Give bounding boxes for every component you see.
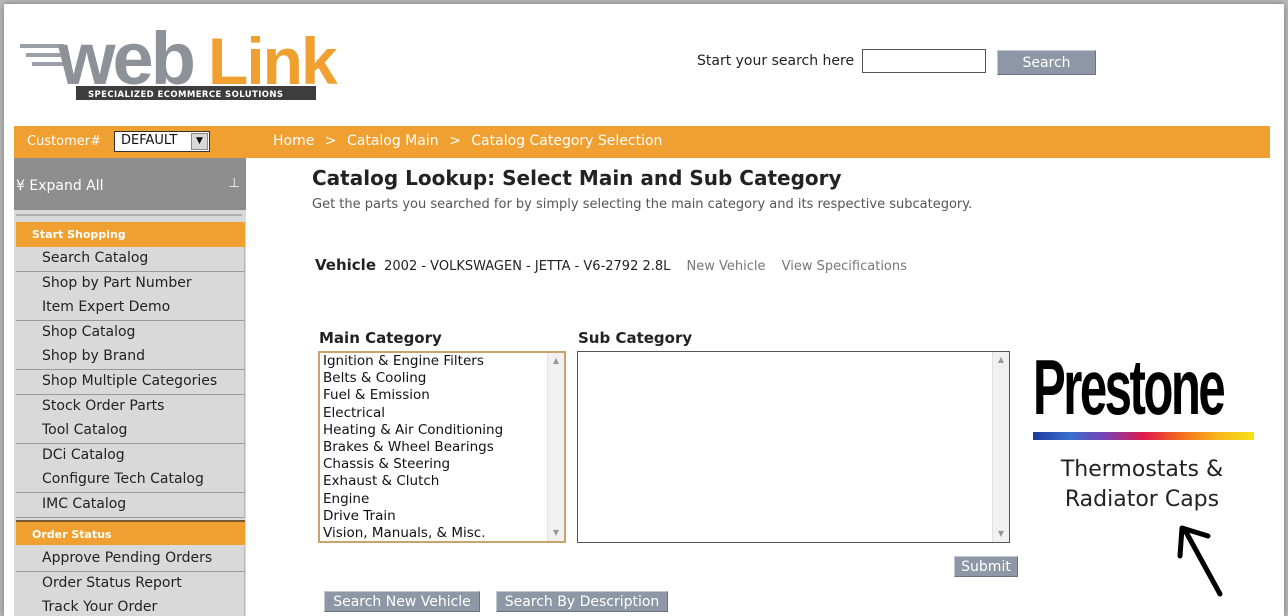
sidebar-item-shop-by-part-number[interactable]: Shop by Part Number <box>16 272 245 297</box>
main-category-option[interactable]: Vision, Manuals, & Misc. <box>320 525 564 541</box>
sidebar: ¥ Expand All ⊥ Start Shopping Search Cat… <box>14 158 246 616</box>
prestone-ad-logo[interactable]: Prestone <box>1031 348 1259 468</box>
search-input[interactable] <box>862 49 986 73</box>
page-subtitle: Get the parts you searched for by simply… <box>312 197 973 212</box>
prestone-color-stripe <box>1033 432 1254 440</box>
page-title: Catalog Lookup: Select Main and Sub Cate… <box>312 166 842 190</box>
main-category-option[interactable]: Exhaust & Clutch <box>320 473 564 490</box>
customer-select[interactable]: DEFAULT ▼ <box>114 131 210 152</box>
section-start-shopping[interactable]: Start Shopping <box>16 222 245 247</box>
vehicle-value: 2002 - VOLKSWAGEN - JETTA - V6-2792 2.8L <box>384 259 671 274</box>
scroll-up-icon[interactable]: ▲ <box>993 352 1009 368</box>
expand-all-label: Expand All <box>29 178 104 194</box>
main-category-option[interactable]: Drive Train <box>320 508 564 525</box>
breadcrumb-separator: > <box>324 133 337 149</box>
main-category-option[interactable]: Chassis & Steering <box>320 456 564 473</box>
main-category-option[interactable]: Ignition & Engine Filters <box>320 353 564 370</box>
scroll-down-icon[interactable]: ▼ <box>993 526 1009 542</box>
section-order-status[interactable]: Order Status <box>16 520 245 545</box>
customer-select-value: DEFAULT <box>121 133 178 148</box>
breadcrumb-separator: > <box>449 133 461 149</box>
sub-category-heading: Sub Category <box>578 329 693 347</box>
sidebar-item-shop-catalog[interactable]: Shop Catalog <box>16 321 245 346</box>
logo-tagline: SPECIALIZED ECOMMERCE SOLUTIONS <box>88 90 283 100</box>
sidebar-divider <box>16 214 242 218</box>
search-new-vehicle-button[interactable]: Search New Vehicle <box>324 591 480 612</box>
vehicle-label: Vehicle <box>315 256 376 274</box>
search-button[interactable]: Search <box>997 50 1096 75</box>
breadcrumb-home[interactable]: Home <box>273 133 314 149</box>
double-chevron-down-icon: ¥ <box>16 178 25 194</box>
sub-category-scrollbar[interactable]: ▲ ▼ <box>992 352 1009 542</box>
breadcrumb: Home > Catalog Main > Catalog Category S… <box>273 133 668 149</box>
sidebar-item-search-catalog[interactable]: Search Catalog <box>16 247 245 272</box>
sidebar-item-approve-pending-orders[interactable]: Approve Pending Orders <box>16 547 245 572</box>
app-window: web Link SPECIALIZED ECOMMERCE SOLUTIONS… <box>4 4 1284 616</box>
scroll-down-icon[interactable]: ▼ <box>548 525 564 541</box>
sidebar-item-order-status-report[interactable]: Order Status Report <box>16 572 245 597</box>
main-category-option[interactable]: Engine <box>320 491 564 508</box>
main-category-option[interactable]: Heating & Air Conditioning <box>320 422 564 439</box>
breadcrumb-current: Catalog Category Selection <box>471 133 663 149</box>
sidebar-item-track-your-order[interactable]: Track Your Order <box>16 596 245 616</box>
main-category-listbox[interactable]: Ignition & Engine Filters Belts & Coolin… <box>318 351 566 543</box>
sidebar-item-imc-catalog[interactable]: IMC Catalog <box>16 493 245 518</box>
prestone-wordmark: Prestone <box>1033 343 1226 431</box>
main-category-scrollbar[interactable]: ▲ ▼ <box>547 353 564 541</box>
main-category-heading: Main Category <box>319 329 442 347</box>
submit-button[interactable]: Submit <box>954 556 1018 577</box>
main-category-option[interactable]: Fuel & Emission <box>320 387 564 404</box>
pointer-arrow-icon <box>1177 525 1223 597</box>
sidebar-item-tool-catalog[interactable]: Tool Catalog <box>16 419 245 444</box>
header: web Link SPECIALIZED ECOMMERCE SOLUTIONS… <box>4 4 1284 126</box>
sidebar-item-stock-order-parts[interactable]: Stock Order Parts <box>16 395 245 420</box>
ad-caption-line-2: Radiator Caps <box>1064 487 1220 512</box>
ad-caption[interactable]: Thermostats & Radiator Caps <box>1034 455 1250 515</box>
main-category-option[interactable]: Belts & Cooling <box>320 370 564 387</box>
sidebar-item-shop-multiple-categories[interactable]: Shop Multiple Categories <box>16 370 245 395</box>
sub-category-listbox[interactable]: ▲ ▼ <box>577 351 1010 543</box>
search-label: Start your search here <box>697 53 855 69</box>
main-category-option[interactable]: Electrical <box>320 405 564 422</box>
weblink-logo: web Link SPECIALIZED ECOMMERCE SOLUTIONS <box>20 22 340 100</box>
sidebar-item-configure-tech-catalog[interactable]: Configure Tech Catalog <box>16 468 245 493</box>
view-specifications-link[interactable]: View Specifications <box>782 259 907 274</box>
vehicle-info: Vehicle 2002 - VOLKSWAGEN - JETTA - V6-2… <box>315 256 907 274</box>
new-vehicle-link[interactable]: New Vehicle <box>687 259 766 274</box>
sidebar-item-dci-catalog[interactable]: DCi Catalog <box>16 444 245 469</box>
expand-all-button[interactable]: ¥ Expand All ⊥ <box>14 158 246 210</box>
sidebar-item-item-expert-demo[interactable]: Item Expert Demo <box>16 296 245 321</box>
breadcrumb-catalog-main[interactable]: Catalog Main <box>347 133 439 149</box>
scroll-up-icon[interactable]: ▲ <box>548 353 564 369</box>
search-by-description-button[interactable]: Search By Description <box>496 591 668 612</box>
main-category-option[interactable]: Brakes & Wheel Bearings <box>320 439 564 456</box>
sidebar-item-shop-by-brand[interactable]: Shop by Brand <box>16 345 245 370</box>
pin-icon[interactable]: ⊥ <box>229 176 240 191</box>
customer-label: Customer# <box>27 134 102 149</box>
top-nav-bar: Customer# DEFAULT ▼ Home > Catalog Main … <box>14 126 1270 158</box>
ad-caption-line-1: Thermostats & <box>1060 457 1224 482</box>
chevron-down-icon[interactable]: ▼ <box>191 133 208 150</box>
